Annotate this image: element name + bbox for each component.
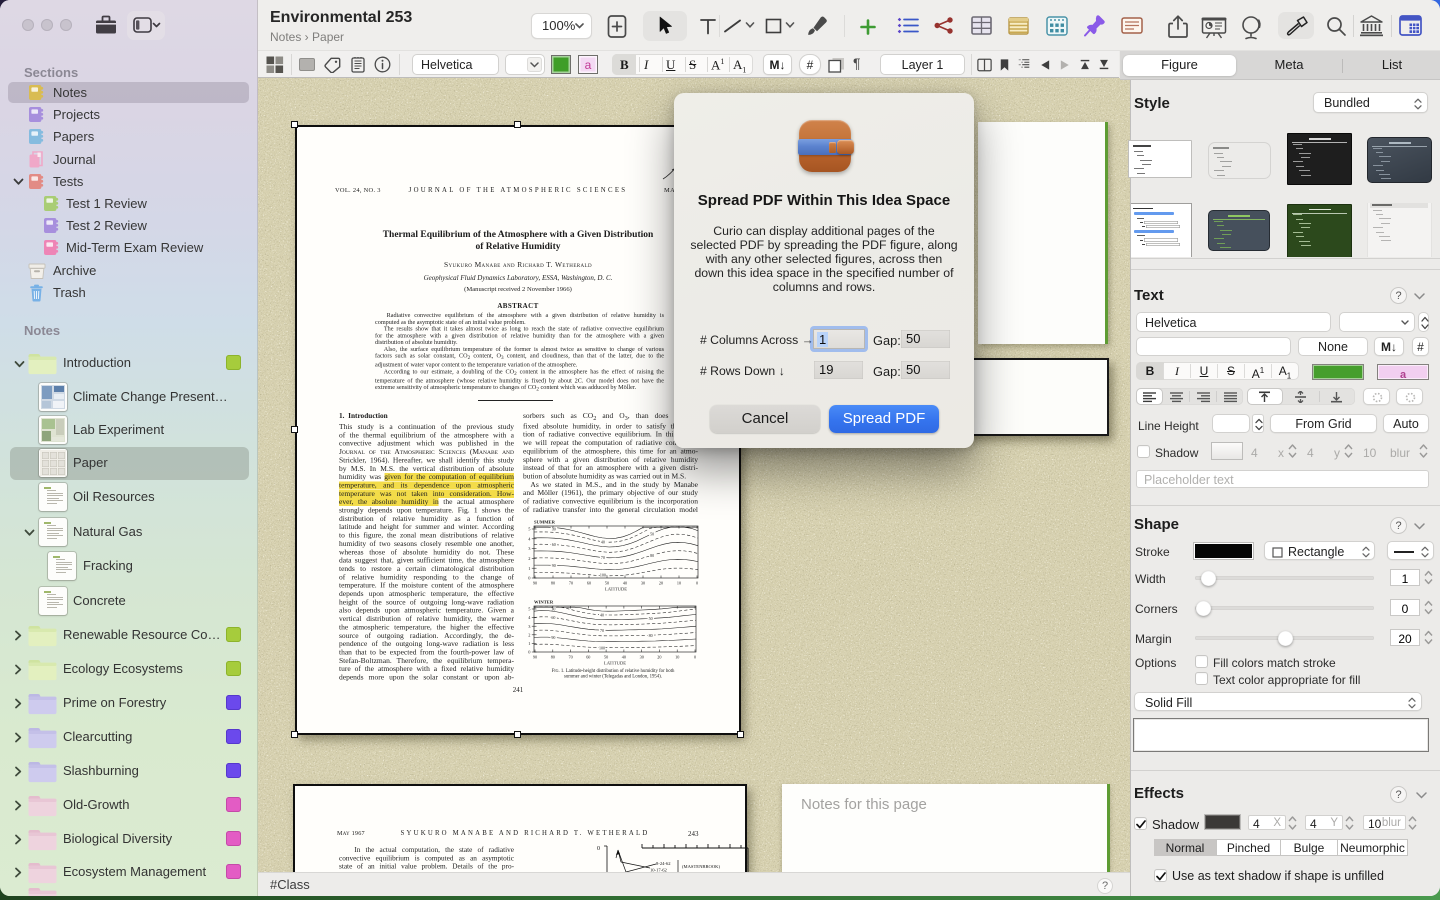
svg-text:5: 5: [528, 527, 531, 532]
svg-text:90: 90: [552, 563, 556, 568]
svg-text:1: 1: [528, 641, 530, 646]
svg-text:0: 0: [528, 576, 531, 581]
svg-text:2: 2: [528, 556, 530, 561]
svg-text:3: 3: [528, 546, 531, 551]
svg-text:40: 40: [600, 613, 604, 618]
svg-text:20: 20: [657, 655, 661, 660]
svg-text:70: 70: [569, 581, 573, 586]
svg-text:50: 50: [605, 581, 609, 586]
svg-text:80: 80: [650, 553, 654, 558]
svg-text:4: 4: [528, 536, 531, 541]
svg-text:0: 0: [694, 655, 696, 660]
svg-text:80: 80: [551, 655, 555, 660]
svg-text:80: 80: [649, 633, 653, 638]
svg-text:(MASTENBROOK): (MASTENBROOK): [682, 864, 720, 869]
svg-text:10: 10: [675, 655, 679, 660]
svg-text:100: 100: [599, 645, 605, 650]
svg-text:SUMMER: SUMMER: [534, 520, 556, 525]
svg-text:80: 80: [551, 581, 555, 586]
svg-text:70: 70: [600, 628, 604, 633]
svg-text:50: 50: [649, 616, 653, 621]
svg-text:40: 40: [623, 581, 627, 586]
svg-text:2: 2: [528, 632, 530, 637]
svg-text:1: 1: [528, 566, 530, 571]
svg-text:70: 70: [569, 655, 573, 660]
svg-text:30: 30: [640, 655, 644, 660]
svg-text:3: 3: [528, 624, 531, 629]
svg-text:0: 0: [597, 846, 600, 852]
svg-text:50: 50: [604, 655, 608, 660]
svg-text:70: 70: [601, 555, 605, 560]
svg-text:60: 60: [551, 615, 555, 620]
svg-text:5: 5: [528, 607, 531, 612]
svg-text:10: 10: [677, 581, 681, 586]
svg-text:20: 20: [659, 581, 663, 586]
svg-text:WINTER: WINTER: [534, 600, 554, 605]
svg-text:60: 60: [552, 542, 556, 547]
svg-text:90: 90: [533, 581, 537, 586]
svg-text:30: 30: [552, 527, 556, 532]
svg-text:50: 50: [650, 531, 654, 536]
svg-text:LATITUDE: LATITUDE: [604, 661, 626, 666]
svg-text:100: 100: [600, 573, 606, 578]
svg-text:90: 90: [551, 635, 555, 640]
svg-text:8-24-62: 8-24-62: [656, 861, 671, 866]
svg-text:60: 60: [586, 655, 590, 660]
svg-text:4: 4: [528, 615, 531, 620]
svg-text:0: 0: [696, 581, 698, 586]
svg-text:90: 90: [533, 655, 537, 660]
svg-text:LATITUDE: LATITUDE: [605, 587, 627, 592]
svg-text:60: 60: [587, 581, 591, 586]
svg-text:40: 40: [601, 540, 605, 545]
svg-text:40: 40: [622, 655, 626, 660]
svg-text:0: 0: [528, 650, 531, 655]
svg-text:30: 30: [641, 581, 645, 586]
